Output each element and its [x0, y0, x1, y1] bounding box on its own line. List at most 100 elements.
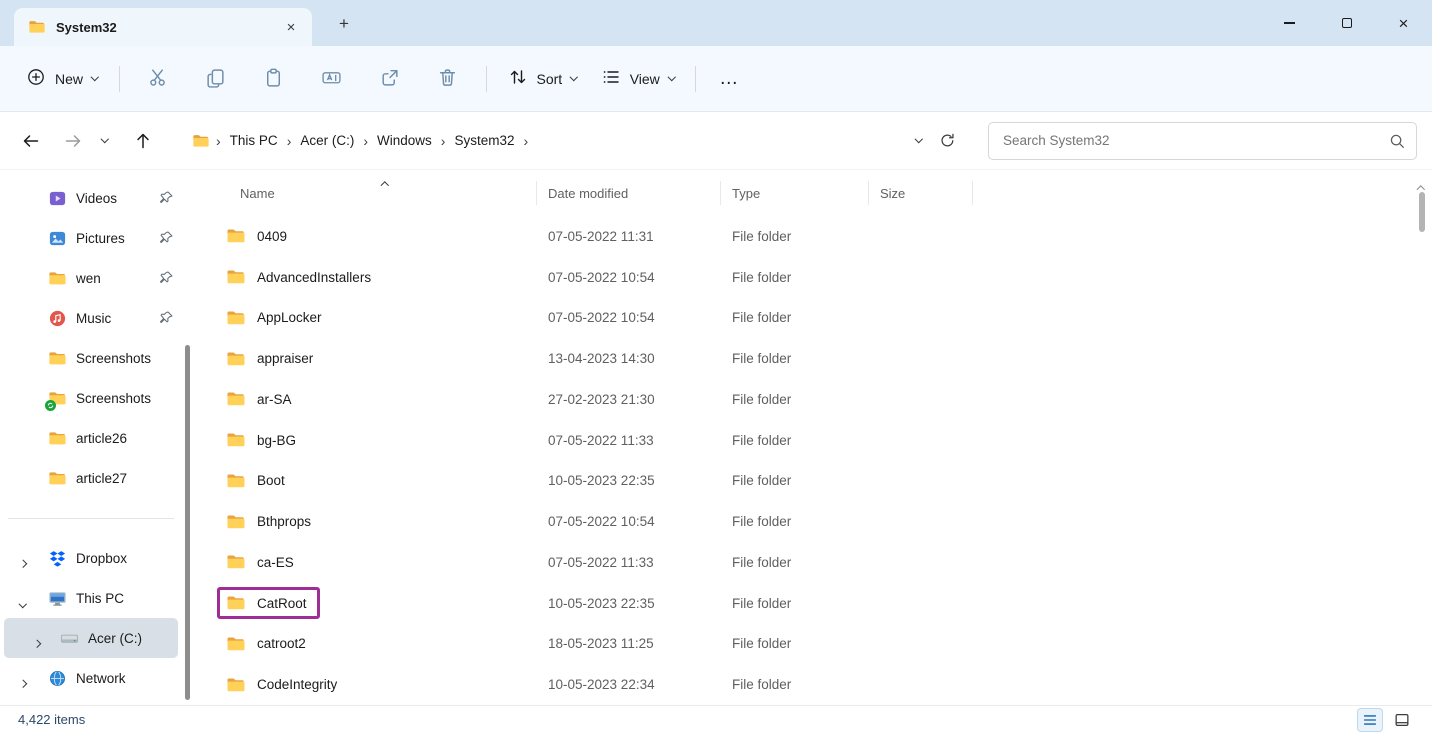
file-name-cell[interactable]: Bthprops [217, 506, 324, 538]
up-button[interactable] [126, 125, 160, 157]
address-dropdown-button[interactable] [906, 139, 932, 142]
new-button[interactable]: New [14, 59, 110, 99]
chevron-icon[interactable] [34, 634, 40, 649]
chevron-icon[interactable] [20, 594, 26, 609]
search-icon [1388, 132, 1406, 150]
file-row[interactable]: ca-ES 07-05-2022 11:33 File folder [200, 542, 1412, 583]
file-row[interactable]: Bthprops 07-05-2022 10:54 File folder [200, 501, 1412, 542]
breadcrumb-separator-icon: › [439, 133, 448, 149]
view-button[interactable]: View [589, 59, 687, 99]
file-name-cell[interactable]: ar-SA [217, 383, 305, 415]
breadcrumb-item[interactable]: Acer (C:) › [293, 129, 370, 152]
file-row[interactable]: AdvancedInstallers 07-05-2022 10:54 File… [200, 257, 1412, 298]
file-row[interactable]: ar-SA 27-02-2023 21:30 File folder [200, 379, 1412, 420]
file-name: Boot [257, 473, 285, 488]
file-row[interactable]: CodeIntegrity 10-05-2023 22:34 File fold… [200, 664, 1412, 705]
vertical-scrollbar[interactable] [1412, 170, 1432, 705]
sidebar-item[interactable]: Screenshots [4, 378, 178, 418]
explorer-tab[interactable]: System32 × [14, 8, 312, 46]
sidebar-item[interactable]: Music [4, 298, 178, 338]
minimize-button[interactable] [1261, 0, 1318, 46]
file-name-cell[interactable]: appraiser [217, 343, 326, 375]
file-name-cell[interactable]: 0409 [217, 220, 300, 252]
file-type: File folder [720, 473, 868, 488]
folder-icon [226, 308, 246, 328]
file-name-cell[interactable]: ca-ES [217, 546, 307, 578]
column-header-date-modified[interactable]: Date modified [536, 186, 720, 201]
copy-button[interactable] [194, 59, 238, 99]
breadcrumb[interactable]: › This PC › Acer (C:) › Windows › System… [176, 122, 974, 160]
file-name-cell[interactable]: CodeIntegrity [217, 669, 350, 701]
sidebar-item[interactable]: Dropbox [4, 538, 178, 578]
rename-button[interactable] [310, 59, 354, 99]
sidebar-item[interactable]: Pictures [4, 218, 178, 258]
tab-close-icon[interactable]: × [278, 14, 304, 40]
file-type: File folder [720, 677, 868, 692]
sidebar-item[interactable]: Acer (C:) [4, 618, 178, 658]
delete-button[interactable] [426, 59, 470, 99]
file-row[interactable]: 0409 07-05-2022 11:31 File folder [200, 216, 1412, 257]
sidebar-scrollbar-thumb[interactable] [185, 345, 190, 700]
file-row[interactable]: appraiser 13-04-2023 14:30 File folder [200, 338, 1412, 379]
cut-button[interactable] [136, 59, 180, 99]
drive-icon [60, 629, 79, 648]
chevron-icon[interactable] [20, 674, 26, 689]
large-icons-view-button[interactable] [1390, 709, 1414, 731]
column-divider[interactable] [868, 181, 869, 205]
pin-icon [158, 190, 174, 206]
file-date-modified: 10-05-2023 22:34 [536, 677, 720, 692]
scrollbar-thumb[interactable] [1419, 192, 1425, 232]
breadcrumb-separator-icon: › [522, 133, 531, 149]
breadcrumb-item[interactable]: This PC › [223, 129, 294, 152]
column-header-type[interactable]: Type [720, 186, 868, 201]
column-divider[interactable] [972, 181, 973, 205]
file-row[interactable]: catroot2 18-05-2023 11:25 File folder [200, 624, 1412, 665]
file-row[interactable]: bg-BG 07-05-2022 11:33 File folder [200, 420, 1412, 461]
more-options-button[interactable]: … [705, 59, 753, 99]
chevron-icon[interactable] [20, 554, 26, 569]
pin-icon [158, 310, 174, 326]
file-name-cell[interactable]: CatRoot [217, 587, 320, 619]
folder-icon [226, 349, 246, 369]
file-name: ca-ES [257, 555, 294, 570]
column-divider[interactable] [536, 181, 537, 205]
new-tab-button[interactable]: + [330, 11, 358, 37]
search-input[interactable] [999, 133, 1388, 148]
sidebar-item[interactable]: wen [4, 258, 178, 298]
toolbar: New Sort View … [0, 46, 1432, 112]
maximize-button[interactable] [1318, 0, 1375, 46]
details-view-button[interactable] [1358, 709, 1382, 731]
file-name-cell[interactable]: bg-BG [217, 424, 309, 456]
sidebar-item[interactable]: article27 [4, 458, 178, 498]
sidebar-item[interactable]: Network [4, 658, 178, 698]
refresh-button[interactable] [932, 126, 962, 156]
column-divider[interactable] [720, 181, 721, 205]
share-button[interactable] [368, 59, 412, 99]
file-row[interactable]: AppLocker 07-05-2022 10:54 File folder [200, 298, 1412, 339]
sidebar-item[interactable]: Screenshots [4, 338, 178, 378]
file-row[interactable]: CatRoot 10-05-2023 22:35 File folder [200, 583, 1412, 624]
column-header-name[interactable]: Name [200, 186, 536, 201]
this-pc-icon [48, 589, 67, 608]
sidebar-item[interactable]: Videos [4, 178, 178, 218]
sort-button[interactable]: Sort [496, 59, 589, 99]
chevron-down-icon [668, 73, 676, 81]
sidebar-item[interactable]: This PC [4, 578, 178, 618]
recent-locations-button[interactable] [94, 125, 116, 157]
file-name-cell[interactable]: catroot2 [217, 628, 319, 660]
file-list: Name Date modified Type Size 0409 [200, 170, 1412, 705]
back-button[interactable] [14, 125, 48, 157]
breadcrumb-item[interactable]: Windows › [370, 129, 447, 152]
close-button[interactable]: × [1375, 0, 1432, 46]
file-name-cell[interactable]: AdvancedInstallers [217, 261, 384, 293]
breadcrumb-item[interactable]: System32 › [447, 129, 530, 152]
paste-button[interactable] [252, 59, 296, 99]
column-header-size[interactable]: Size [868, 186, 972, 201]
window-controls: × [1261, 0, 1432, 46]
file-name-cell[interactable]: Boot [217, 465, 298, 497]
file-name-cell[interactable]: AppLocker [217, 302, 335, 334]
file-row[interactable]: Boot 10-05-2023 22:35 File folder [200, 461, 1412, 502]
forward-button[interactable] [56, 125, 90, 157]
file-name: ar-SA [257, 392, 292, 407]
sidebar-item[interactable]: article26 [4, 418, 178, 458]
